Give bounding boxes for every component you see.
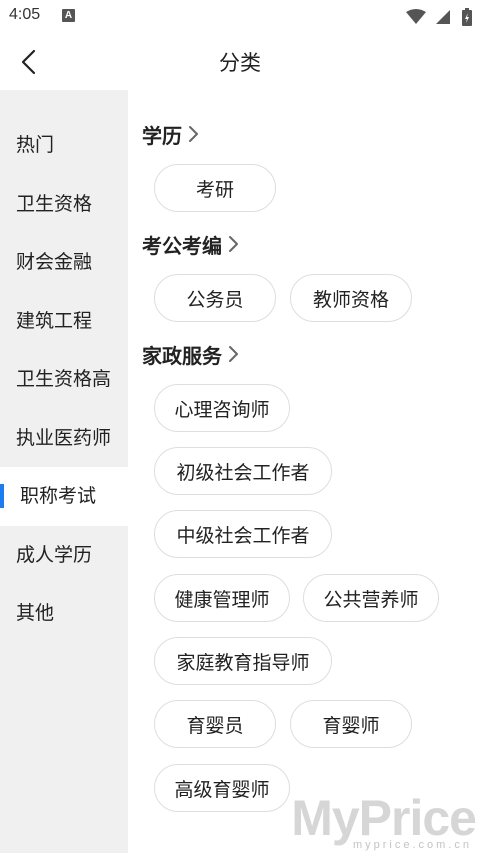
category-sidebar: 热门 卫生资格 财会金融 建筑工程 卫生资格高 执业医药师 职称考试 成人学历 … (0, 90, 128, 853)
app-header: 分类 (0, 34, 480, 90)
status-bar: 4:05 A (0, 0, 480, 34)
chevron-right-icon (229, 346, 238, 362)
chip-label: 公务员 (186, 288, 244, 311)
wifi-icon (405, 8, 426, 24)
chip-label: 初级社会工作者 (176, 461, 310, 484)
chip-civil-servant[interactable]: 公务员 (154, 274, 276, 322)
section-header-domestic-services[interactable]: 家政服务 (142, 339, 240, 369)
sidebar-item-finance-accounting[interactable]: 财会金融 (0, 233, 128, 292)
sidebar-item-label: 职称考试 (20, 485, 97, 507)
chip-label: 考研 (195, 178, 234, 201)
sidebar-item-label: 卫生资格高 (16, 368, 112, 390)
status-time: 4:05 (9, 6, 41, 23)
status-right-group (405, 6, 472, 26)
sidebar-item-label: 成人学历 (16, 543, 93, 566)
chip-family-education-instructor[interactable]: 家庭教育指导师 (154, 637, 332, 685)
sidebar-item-health-qualification[interactable]: 卫生资格 (0, 175, 128, 234)
chip-label: 教师资格 (312, 288, 389, 311)
chip-label: 中级社会工作者 (176, 524, 310, 547)
chip-label: 高级育婴师 (174, 778, 270, 801)
chip-junior-social-worker[interactable]: 初级社会工作者 (154, 447, 332, 495)
chevron-right-icon (229, 236, 238, 252)
sidebar-item-adult-education[interactable]: 成人学历 (0, 526, 128, 585)
chip-label: 健康管理师 (174, 588, 270, 611)
sidebar-item-health-qualification-senior[interactable]: 卫生资格高 (0, 350, 128, 409)
section-header-civil-service[interactable]: 考公考编 (142, 229, 240, 259)
chip-postgraduate-exam[interactable]: 考研 (154, 164, 276, 212)
sidebar-item-label: 热门 (16, 134, 55, 156)
section-title: 考公考编 (142, 233, 222, 258)
section-header-education[interactable]: 学历 (142, 119, 200, 149)
sidebar-item-other[interactable]: 其他 (0, 584, 128, 643)
chip-nursery-worker[interactable]: 育婴员 (154, 700, 276, 748)
sidebar-item-licensed-pharmacist[interactable]: 执业医药师 (0, 409, 128, 468)
battery-charging-icon (462, 7, 472, 26)
chip-label: 心理咨询师 (174, 398, 270, 421)
chevron-right-icon (189, 126, 198, 142)
chip-health-manager[interactable]: 健康管理师 (154, 574, 290, 622)
sidebar-item-label: 其他 (16, 602, 55, 624)
sidebar-item-label: 财会金融 (16, 251, 93, 273)
chip-public-nutritionist[interactable]: 公共营养师 (303, 574, 439, 622)
chip-label: 公共营养师 (323, 588, 419, 611)
chip-nursery-teacher[interactable]: 育婴师 (290, 700, 412, 748)
section-title: 学历 (142, 123, 182, 148)
chip-label: 家庭教育指导师 (176, 651, 310, 674)
sidebar-item-hot[interactable]: 热门 (0, 116, 128, 175)
sidebar-item-professional-title-exam[interactable]: 职称考试 (0, 467, 128, 526)
notification-icon: A (62, 9, 75, 22)
chip-label: 育婴师 (322, 714, 380, 737)
active-indicator (0, 484, 4, 508)
chip-intermediate-social-worker[interactable]: 中级社会工作者 (154, 510, 332, 558)
chip-psychological-counselor[interactable]: 心理咨询师 (154, 384, 290, 432)
chip-senior-nursery-teacher[interactable]: 高级育婴师 (154, 764, 290, 812)
chip-teacher-qualification[interactable]: 教师资格 (290, 274, 412, 322)
section-title: 家政服务 (142, 343, 222, 368)
sidebar-item-label: 卫生资格 (16, 192, 93, 215)
sidebar-item-label: 建筑工程 (16, 309, 93, 332)
signal-icon (435, 9, 450, 24)
sidebar-item-construction-engineering[interactable]: 建筑工程 (0, 292, 128, 351)
page-title: 分类 (219, 51, 261, 75)
chip-label: 育婴员 (186, 714, 244, 737)
sidebar-item-label: 执业医药师 (16, 426, 112, 449)
category-content: 学历 考研 考公考编 公务员 教师资格 家政服务 心理咨询师 初级社会工作者 中… (128, 90, 480, 853)
